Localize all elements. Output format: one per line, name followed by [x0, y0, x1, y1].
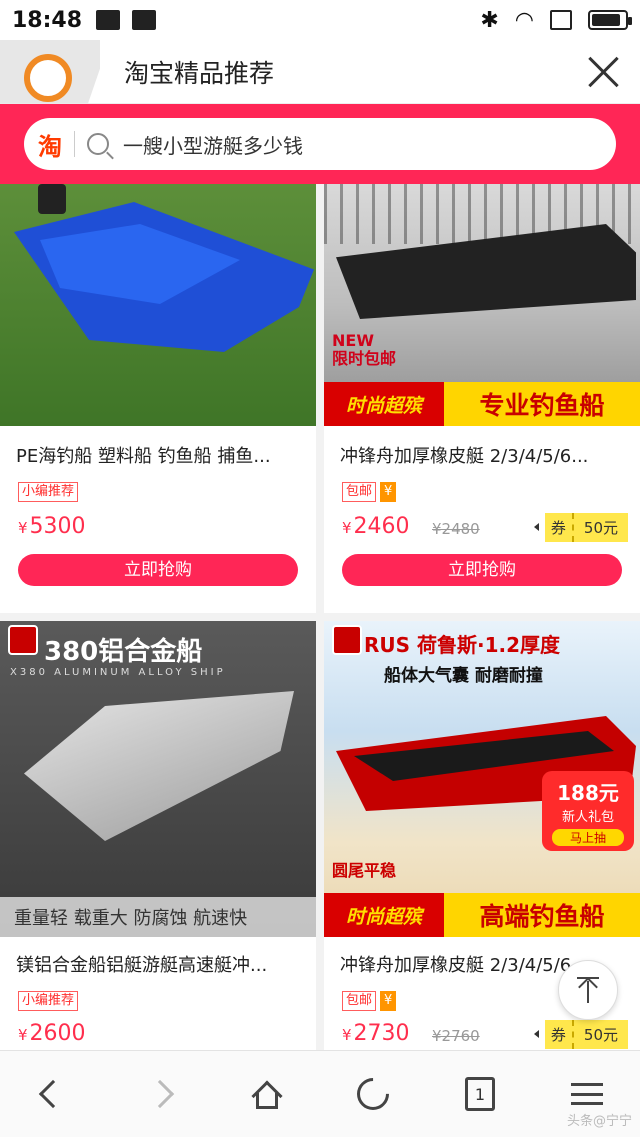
taobao-logo: 淘	[38, 132, 62, 161]
back-button[interactable]	[23, 1064, 83, 1124]
product-image[interactable]: RUS 荷鲁斯·1.2厚度 船体大气囊 耐磨耐撞 188元 新人礼包 马上抽 圆…	[324, 621, 640, 937]
gift-popup[interactable]: 188元 新人礼包 马上抽	[542, 771, 634, 851]
product-price: ¥2600	[18, 1021, 86, 1046]
search-header: 淘 一艘小型游艇多少钱	[0, 104, 640, 184]
product-image[interactable]	[0, 184, 316, 426]
product-card[interactable]: NEW 限时包邮 时尚超殡 专业钓鱼船 冲锋舟加厚橡皮艇 2/3/4/5/6..…	[324, 184, 640, 613]
product-price: ¥2730	[342, 1021, 410, 1046]
bottom-nav: 1 头条@宁宁	[0, 1050, 640, 1137]
product-card[interactable]: 380铝合金船 X380 ALUMINUM ALLOY SHIP 重量轻 载重大…	[0, 621, 316, 1050]
search-query[interactable]: 一艘小型游艇多少钱	[123, 130, 303, 159]
tabs-button[interactable]: 1	[450, 1064, 510, 1124]
product-image[interactable]: 380铝合金船 X380 ALUMINUM ALLOY SHIP 重量轻 载重大…	[0, 621, 316, 937]
brand-badge-icon	[8, 625, 38, 655]
buy-now-button[interactable]: 立即抢购	[18, 554, 298, 586]
product-card[interactable]: PE海钓船 塑料船 钓鱼船 捕鱼... 小编推荐 ¥5300 立即抢购	[0, 184, 316, 613]
product-price: ¥2460	[342, 514, 410, 539]
tag-free-shipping: 包邮	[342, 482, 377, 502]
tag-editor-pick: 小编推荐	[18, 482, 79, 502]
search-box[interactable]: 淘 一艘小型游艇多少钱	[24, 118, 616, 170]
coupon-badge[interactable]: 券 50元	[533, 512, 628, 542]
tag-free-shipping: 包邮	[342, 991, 377, 1011]
close-icon[interactable]	[586, 55, 620, 89]
product-price: ¥5300	[18, 514, 86, 539]
chevron-right-icon	[145, 1079, 175, 1109]
page-title: 淘宝精品推荐	[124, 58, 275, 88]
buy-now-button[interactable]: 立即抢购	[342, 554, 622, 586]
notification-icon	[132, 10, 157, 30]
product-title[interactable]: 冲锋舟加厚橡皮艇 2/3/4/5/6...	[340, 442, 630, 468]
product-title[interactable]: PE海钓船 塑料船 钓鱼船 捕鱼...	[16, 442, 306, 468]
tag-yen: ¥	[380, 991, 397, 1011]
original-price: ¥2480	[432, 520, 480, 538]
back-to-top-button[interactable]	[558, 960, 618, 1020]
product-grid: PE海钓船 塑料船 钓鱼船 捕鱼... 小编推荐 ¥5300 立即抢购 NEW …	[0, 184, 640, 1050]
coupon-badge[interactable]: 券 50元	[533, 1019, 628, 1049]
original-price: ¥2760	[432, 1027, 480, 1045]
reload-icon	[350, 1071, 396, 1117]
menu-icon	[570, 1083, 603, 1105]
status-bar: 18:48 ✱ ◠	[0, 0, 640, 40]
product-image[interactable]: NEW 限时包邮 时尚超殡 专业钓鱼船	[324, 184, 640, 426]
chevron-left-icon	[39, 1079, 68, 1109]
watermark: 头条@宁宁	[566, 1114, 632, 1129]
forward-button[interactable]	[130, 1064, 190, 1124]
home-icon	[250, 1079, 284, 1112]
tag-editor-pick: 小编推荐	[18, 991, 79, 1011]
bluetooth-icon: ✱	[480, 7, 499, 33]
tag-yen: ¥	[380, 482, 397, 502]
title-bar: 淘宝精品推荐	[0, 39, 640, 104]
product-title[interactable]: 镁铝合金船铝艇游艇高速艇冲...	[16, 951, 306, 977]
tab-count: 1	[464, 1077, 495, 1111]
screen-icon	[550, 10, 572, 30]
brand-badge-icon	[332, 625, 362, 655]
battery-icon	[588, 10, 632, 30]
wifi-icon: ◠	[514, 7, 534, 33]
reload-button[interactable]	[343, 1064, 403, 1124]
status-time: 18:48	[12, 7, 83, 33]
app-logo	[0, 39, 100, 104]
home-button[interactable]	[237, 1064, 297, 1124]
search-icon	[87, 133, 109, 155]
mail-icon	[96, 10, 121, 30]
